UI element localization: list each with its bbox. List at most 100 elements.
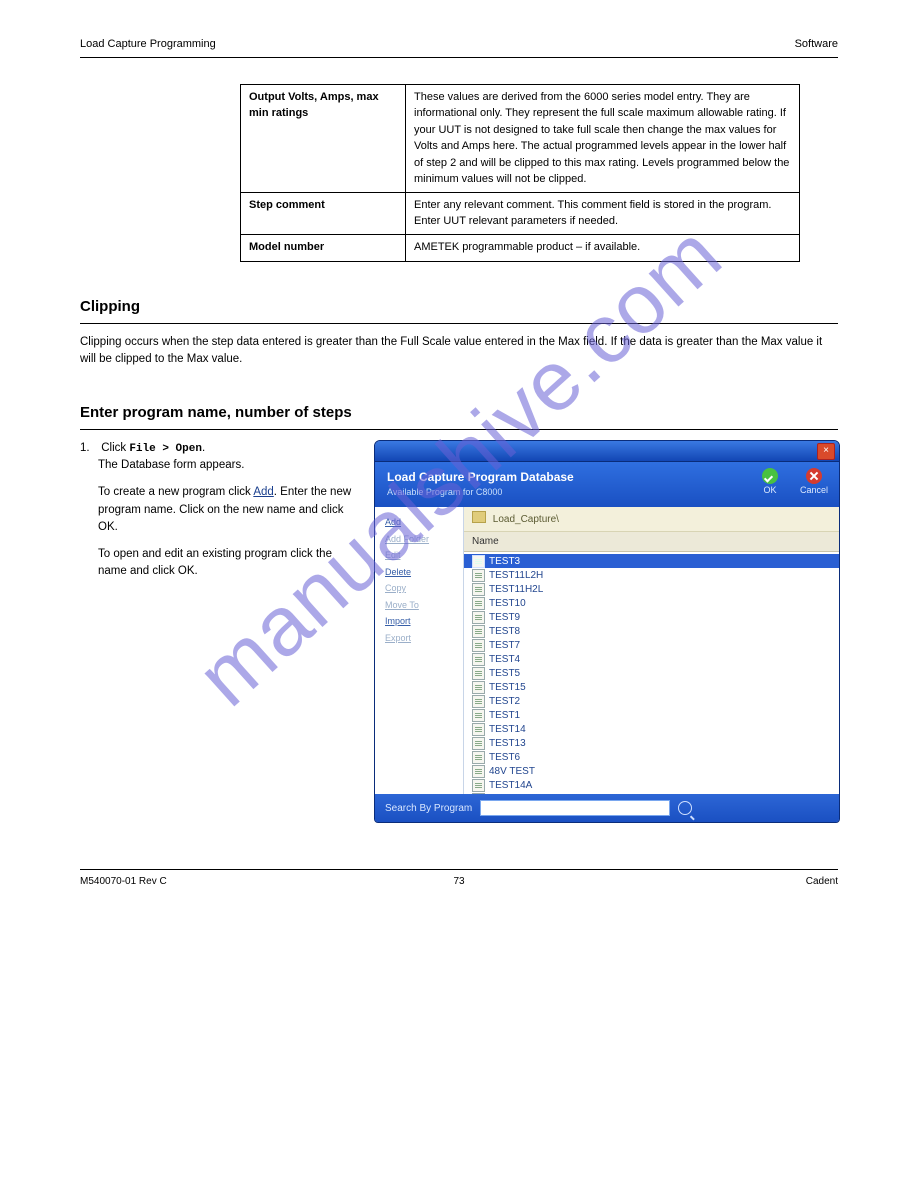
row-label: Model number (249, 239, 397, 256)
list-item-label: TEST2 (489, 694, 520, 709)
list-item-label: TEST14 (489, 722, 526, 737)
file-icon (472, 695, 485, 708)
file-icon (472, 653, 485, 666)
doc-header: Load Capture Programming Software (80, 36, 838, 53)
dialog-titlebar: × (375, 441, 839, 462)
doc-header-right: Software (795, 36, 838, 53)
list-item[interactable]: TEST5 (464, 666, 839, 680)
column-header[interactable]: Name (464, 532, 839, 552)
doc-title: Load Capture Programming (80, 38, 216, 50)
spec-table: Output Volts, Amps, max min ratings Thes… (240, 84, 800, 263)
file-icon (472, 723, 485, 736)
file-icon (472, 681, 485, 694)
dialog-header: Load Capture Program Database Available … (375, 462, 839, 508)
list-item[interactable]: TEST7 (464, 638, 839, 652)
footer-page-number: 73 (80, 874, 838, 889)
dialog-sidepanel: Add Add Folder Edit Delete Copy Move To Import… (375, 507, 464, 794)
step-text: 1. Click File > Open. The Database form … (80, 440, 358, 581)
list-item-label: TEST1 (489, 708, 520, 723)
side-link-edit[interactable]: Edit (385, 549, 457, 563)
file-icon (472, 569, 485, 582)
list-item[interactable]: 48V TEST (464, 764, 839, 778)
table-row: Model number AMETEK programmable product… (241, 234, 800, 262)
list-item[interactable]: TEST9 (464, 610, 839, 624)
step-para3: To open and edit an existing program cli… (98, 548, 332, 577)
step-add-link: Add (253, 486, 273, 498)
list-item[interactable]: TEST2 (464, 694, 839, 708)
file-icon (472, 639, 485, 652)
row-desc: AMETEK programmable product – if availab… (414, 241, 640, 253)
file-icon (472, 779, 485, 792)
list-item-label: TEST12 (489, 792, 526, 795)
check-icon (762, 468, 778, 484)
list-item[interactable]: TEST11H2L (464, 582, 839, 596)
side-link-export[interactable]: Export (385, 632, 457, 646)
close-icon: × (823, 445, 829, 456)
list-item[interactable]: TEST6 (464, 750, 839, 764)
dialog-search-bar: Search By Program (375, 794, 839, 822)
list-item[interactable]: TEST4 (464, 652, 839, 666)
list-item[interactable]: TEST15 (464, 680, 839, 694)
row-desc: Enter any relevant comment. This comment… (414, 199, 771, 228)
list-item-label: TEST8 (489, 624, 520, 639)
page: manualshive.com Load Capture Programming… (0, 0, 918, 929)
file-icon (472, 793, 485, 795)
ok-label: OK (763, 484, 776, 498)
list-item-label: TEST13 (489, 736, 526, 751)
search-input[interactable] (480, 800, 670, 816)
section-clipping-text: Clipping occurs when the step data enter… (80, 334, 838, 369)
close-button[interactable]: × (817, 443, 835, 460)
step-para2a: To create a new program click (98, 486, 253, 498)
section-rule (80, 429, 838, 430)
list-item[interactable]: TEST1 (464, 708, 839, 722)
side-link-add-folder[interactable]: Add Folder (385, 533, 457, 547)
breadcrumb[interactable]: Load_Capture\ (464, 507, 839, 532)
file-icon (472, 583, 485, 596)
side-link-delete[interactable]: Delete (385, 566, 457, 580)
dialog-list-area: Load_Capture\ Name TEST3TEST11L2HTEST11H… (464, 507, 839, 794)
breadcrumb-text: Load_Capture\ (493, 514, 559, 525)
section-rule (80, 323, 838, 324)
list-item[interactable]: TEST12 (464, 792, 839, 794)
file-icon (472, 597, 485, 610)
file-icon (472, 667, 485, 680)
list-item[interactable]: TEST11L2H (464, 568, 839, 582)
dialog-body: Add Add Folder Edit Delete Copy Move To Import… (375, 507, 839, 794)
ok-button[interactable]: OK (755, 468, 785, 498)
list-item-label: TEST10 (489, 596, 526, 611)
row-desc: These values are derived from the 6000 s… (414, 91, 789, 186)
list-item-label: 48V TEST (489, 764, 535, 779)
dialog: × Load Capture Program Database Availabl… (374, 440, 840, 824)
file-icon (472, 611, 485, 624)
list-item-label: TEST3 (489, 554, 520, 569)
search-icon[interactable] (678, 801, 692, 815)
file-icon (472, 555, 485, 568)
step-block: 1. Click File > Open. The Database form … (80, 440, 838, 824)
folder-icon (472, 511, 486, 523)
row-label: Output Volts, Amps, max min ratings (249, 89, 397, 122)
list-item[interactable]: TEST13 (464, 736, 839, 750)
list-item-label: TEST11L2H (489, 568, 543, 583)
file-list: TEST3TEST11L2HTEST11H2LTEST10TEST9TEST8T… (464, 552, 839, 794)
side-link-copy[interactable]: Copy (385, 582, 457, 596)
side-link-import[interactable]: Import (385, 615, 457, 629)
side-link-add[interactable]: Add (385, 516, 457, 530)
file-icon (472, 625, 485, 638)
list-item[interactable]: TEST14 (464, 722, 839, 736)
side-link-move-to[interactable]: Move To (385, 599, 457, 613)
list-item[interactable]: TEST8 (464, 624, 839, 638)
table-row: Output Volts, Amps, max min ratings Thes… (241, 84, 800, 192)
section-enter-name-title: Enter program name, number of steps (80, 402, 838, 425)
step-line2: The Database form appears. (98, 459, 244, 471)
table-row: Step comment Enter any relevant comment.… (241, 192, 800, 234)
list-item[interactable]: TEST3 (464, 554, 839, 568)
list-item-label: TEST7 (489, 638, 520, 653)
cancel-button[interactable]: Cancel (799, 468, 829, 498)
list-item-label: TEST14A (489, 778, 532, 793)
list-item-label: TEST6 (489, 750, 520, 765)
file-icon (472, 751, 485, 764)
list-item-label: TEST11H2L (489, 582, 543, 597)
list-item[interactable]: TEST14A (464, 778, 839, 792)
list-item[interactable]: TEST10 (464, 596, 839, 610)
cancel-label: Cancel (800, 484, 828, 498)
